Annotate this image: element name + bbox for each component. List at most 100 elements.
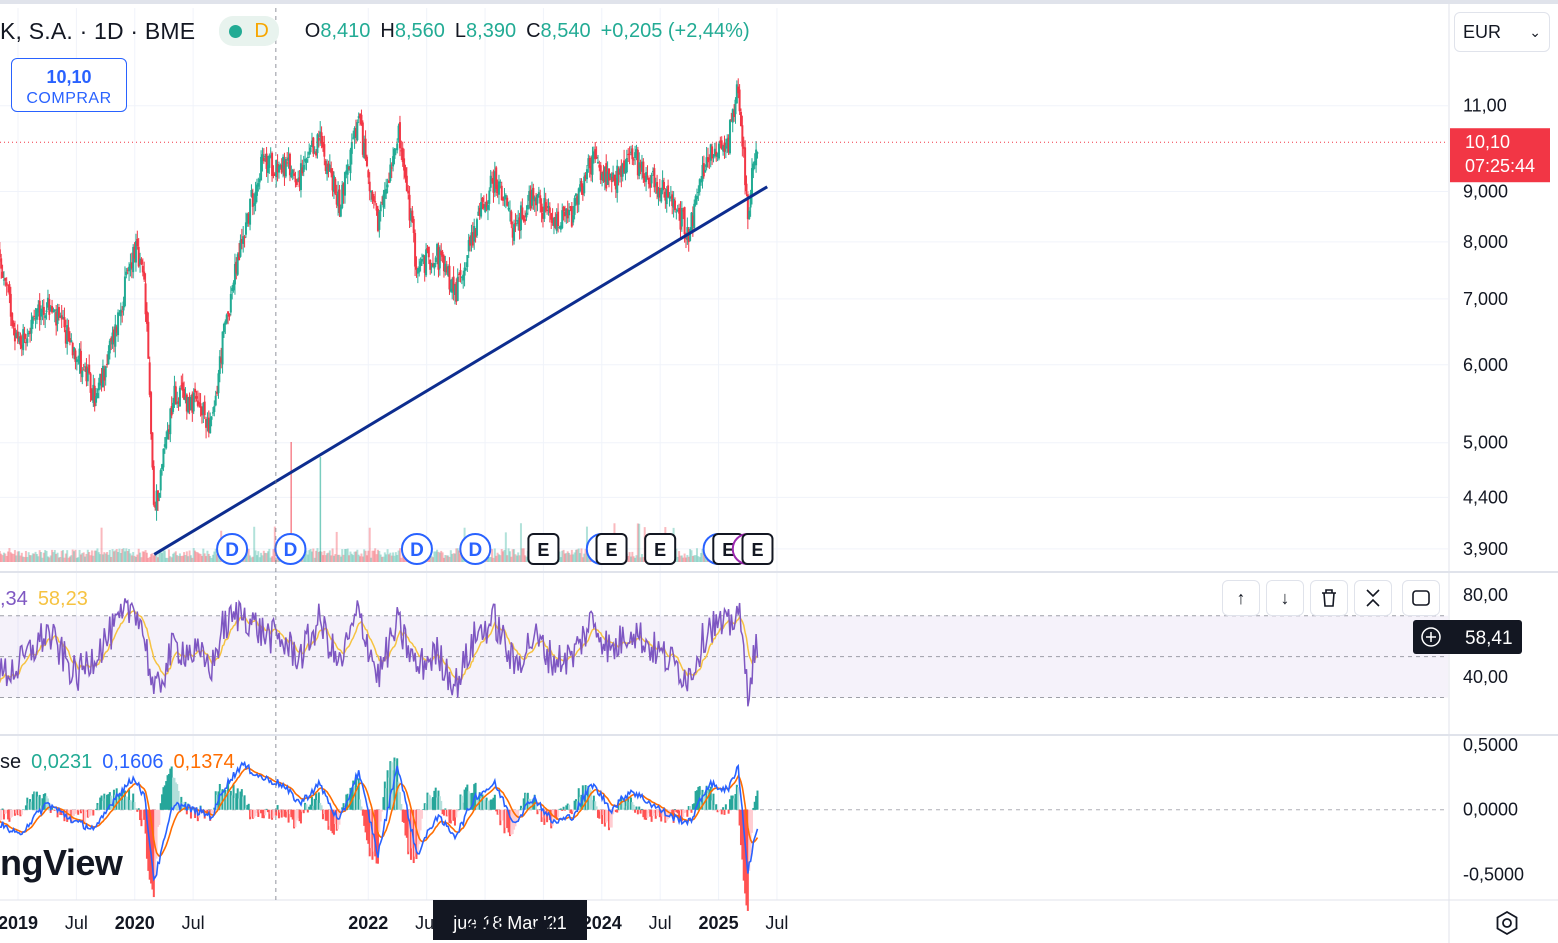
- currency-value: EUR: [1463, 21, 1502, 42]
- candle-body: [8, 284, 11, 295]
- dividend-badge[interactable]: D: [216, 533, 249, 565]
- macd-histogram-bar: [723, 809, 726, 815]
- candle-body: [268, 155, 271, 168]
- dividend-label: D: [410, 540, 424, 561]
- candle-body: [506, 197, 509, 206]
- maximize-icon: [1412, 590, 1430, 606]
- macd-axis-tick: 0,5000: [1463, 735, 1518, 755]
- move-pane-up-button[interactable]: ↑: [1222, 580, 1260, 616]
- status-pill[interactable]: D: [219, 16, 279, 46]
- candle-body: [178, 387, 181, 407]
- candle-body: [646, 175, 649, 178]
- dividend-badge[interactable]: D: [274, 533, 307, 565]
- candle-body: [662, 182, 665, 190]
- candle-body: [4, 277, 7, 281]
- candle-body: [350, 142, 353, 154]
- candle-body: [540, 203, 543, 212]
- candle-body: [647, 178, 650, 185]
- candle-body: [456, 276, 459, 301]
- macd-histogram-bar: [89, 809, 92, 816]
- buy-price: 10,10: [46, 67, 92, 87]
- candle-body: [539, 195, 542, 204]
- tradingview-logo[interactable]: ngView: [0, 842, 123, 884]
- candle-body: [89, 373, 92, 393]
- candle-body: [430, 266, 433, 268]
- candle-body: [631, 148, 634, 160]
- macd-histogram-bar: [559, 808, 562, 810]
- macd-histogram-bar: [0, 809, 3, 821]
- candle-body: [427, 246, 430, 258]
- maximize-pane-button[interactable]: [1402, 580, 1440, 616]
- candle-body: [638, 162, 641, 177]
- candle-body: [96, 393, 99, 399]
- macd-histogram-bar: [720, 809, 723, 815]
- candle-body: [343, 172, 346, 196]
- macd-histogram-bar: [276, 805, 279, 810]
- macd-histogram-bar: [690, 809, 693, 813]
- symbol-title[interactable]: K, S.A. · 1D · BME: [0, 18, 195, 45]
- currency-select[interactable]: EUR ⌄: [1454, 12, 1550, 52]
- earnings-badge[interactable]: E: [595, 533, 628, 565]
- candle-body: [213, 405, 216, 412]
- macd-legend[interactable]: se 0,0231 0,1606 0,1374: [0, 751, 235, 774]
- candle-body: [339, 207, 342, 217]
- candle-body: [568, 209, 571, 216]
- delete-pane-button[interactable]: [1310, 580, 1348, 616]
- candle-body: [119, 309, 122, 317]
- candle-body: [557, 211, 560, 227]
- collapse-pane-button[interactable]: [1354, 580, 1392, 616]
- candle-body: [448, 265, 451, 290]
- rsi-legend[interactable]: ,34 58,23: [0, 588, 88, 611]
- buy-button[interactable]: 10,10 COMPRAR: [11, 58, 127, 112]
- time-axis-tick: Jul: [65, 913, 88, 933]
- candle-body: [271, 153, 274, 176]
- candle-body: [632, 159, 635, 161]
- ohlc-value: 8,560: [394, 19, 445, 42]
- candle-body: [31, 316, 34, 324]
- dividend-label: D: [284, 540, 298, 561]
- candle-body: [481, 197, 484, 202]
- candle-body: [63, 317, 66, 328]
- chart-settings-button[interactable]: [1490, 906, 1524, 940]
- candle-body: [544, 202, 547, 210]
- candle-body: [507, 207, 510, 210]
- macd-axis-tick: -0,5000: [1463, 864, 1524, 884]
- macd-pane: [0, 757, 1448, 911]
- macd-histogram-bar: [562, 806, 565, 810]
- time-axis-tick: 2019: [0, 913, 38, 933]
- candle-body: [379, 204, 382, 212]
- candle-body: [486, 204, 489, 210]
- time-axis-tick: Jul: [532, 913, 555, 933]
- candle-body: [284, 158, 287, 177]
- candle-body: [464, 268, 467, 270]
- current-price-badge: 10,10 07:25:44: [1450, 128, 1550, 183]
- macd-histogram-bar: [134, 808, 137, 810]
- earnings-badge[interactable]: E: [741, 533, 774, 565]
- candle-body: [514, 223, 517, 225]
- candle-body: [79, 350, 82, 374]
- tradingview-chart[interactable]: DDDDEDEEDEE 11,009,0008,0007,0006,0005,0…: [0, 0, 1558, 943]
- move-pane-down-button[interactable]: ↓: [1266, 580, 1304, 616]
- earnings-badge[interactable]: E: [644, 533, 677, 565]
- candle-body: [398, 122, 401, 149]
- candle-body: [1, 271, 4, 278]
- macd-histogram-bar: [92, 809, 95, 816]
- candle-body: [583, 176, 586, 194]
- candle-body: [227, 311, 230, 315]
- macd-histogram-bar: [635, 806, 638, 810]
- candle-body: [745, 183, 748, 192]
- dividend-badge[interactable]: D: [459, 533, 492, 565]
- market-open-dot-icon: [229, 24, 243, 38]
- price-candles: [0, 78, 1448, 521]
- earnings-badge[interactable]: E: [527, 533, 560, 565]
- macd-histogram-bar: [689, 806, 692, 810]
- macd-histogram-bar: [265, 808, 268, 810]
- candle-body: [136, 238, 139, 247]
- candle-body: [144, 283, 147, 315]
- candle-body: [386, 184, 389, 188]
- dividend-badge[interactable]: D: [400, 533, 433, 565]
- macd-histogram-bar: [493, 794, 496, 810]
- macd-histogram-bar: [537, 809, 540, 812]
- candle-body: [19, 336, 22, 346]
- macd-histogram-bar: [440, 800, 443, 810]
